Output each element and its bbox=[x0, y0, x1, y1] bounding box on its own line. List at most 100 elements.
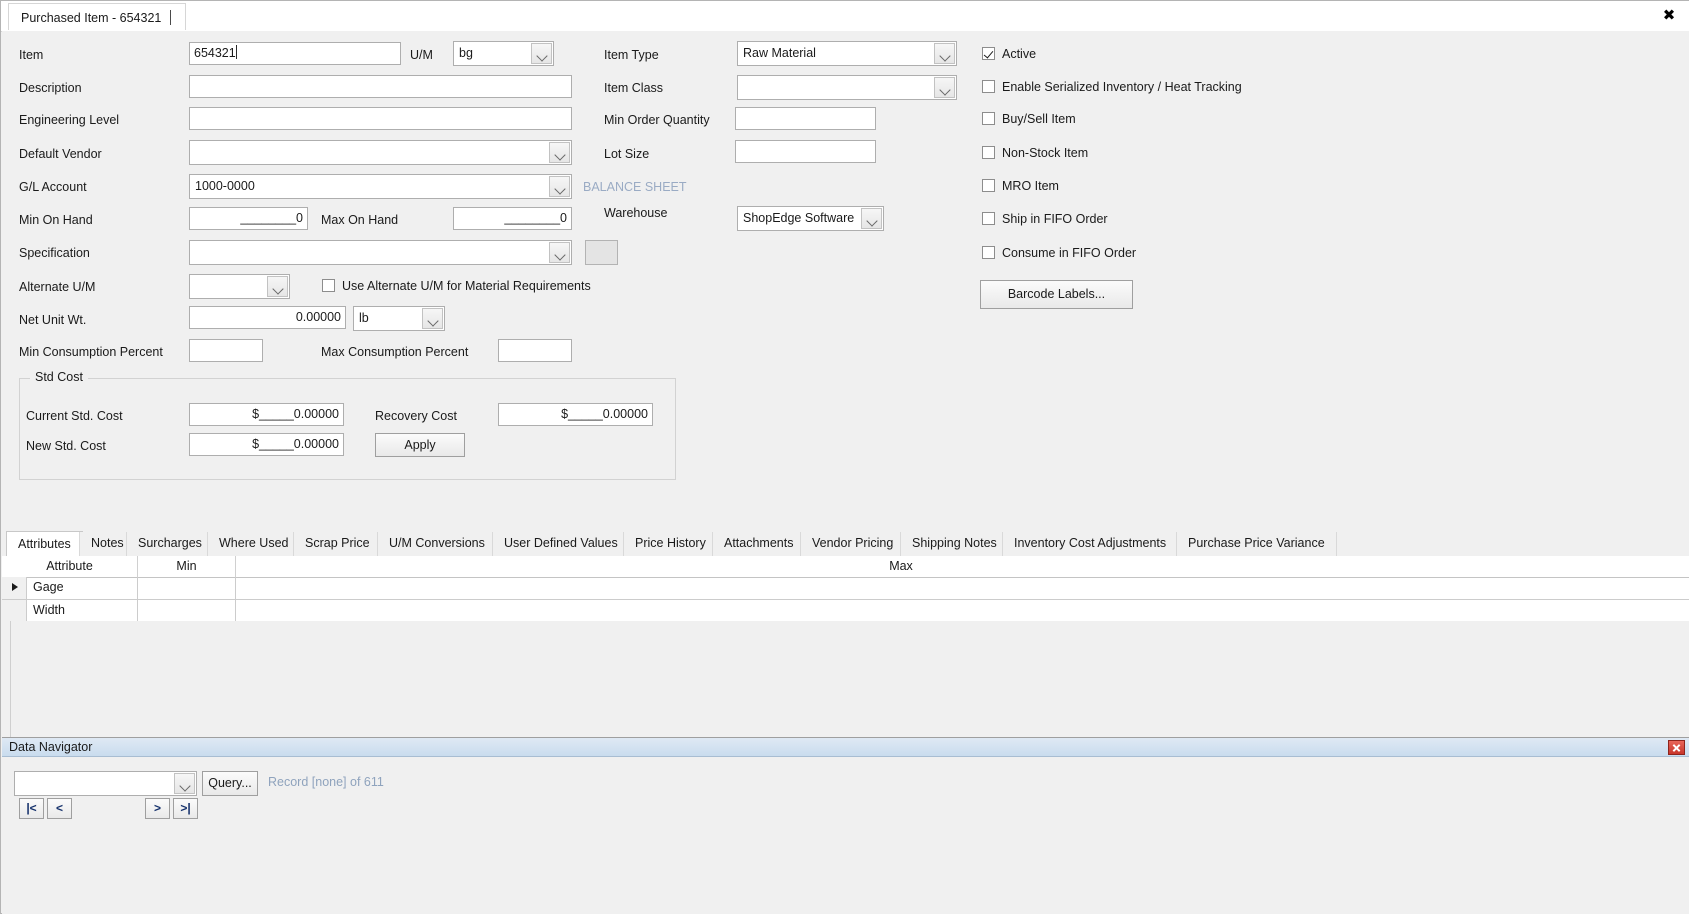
std-cost-groupbox: Std Cost Current Std. Cost $_____0.00000… bbox=[19, 370, 676, 480]
previous-record-button[interactable]: < bbox=[47, 798, 72, 819]
net-unit-wt-uom-combobox[interactable]: lb bbox=[353, 306, 445, 331]
default-vendor-combobox[interactable] bbox=[189, 140, 572, 165]
chevron-down-icon[interactable] bbox=[549, 176, 570, 197]
tab-price-history[interactable]: Price History bbox=[623, 532, 718, 556]
row-selector[interactable] bbox=[2, 577, 27, 599]
max-on-hand-input[interactable]: ________0 bbox=[453, 207, 572, 230]
specification-combobox[interactable] bbox=[189, 240, 572, 265]
min-order-quantity-input[interactable] bbox=[735, 107, 876, 130]
lot-size-label: Lot Size bbox=[604, 147, 650, 161]
checkbox-label: MRO Item bbox=[1002, 179, 1059, 193]
chevron-down-icon[interactable] bbox=[267, 276, 288, 297]
query-button[interactable]: Query... bbox=[202, 771, 258, 796]
checkbox-box bbox=[982, 47, 995, 60]
checkbox-active[interactable]: Active bbox=[982, 46, 1036, 62]
checkbox-label: Enable Serialized Inventory / Heat Track… bbox=[1002, 80, 1242, 94]
item-class-combobox[interactable] bbox=[737, 75, 957, 100]
tab-surcharges[interactable]: Surcharges bbox=[126, 532, 214, 556]
checkbox-label: Non-Stock Item bbox=[1002, 146, 1089, 160]
min-consumption-percent-input[interactable] bbox=[189, 339, 263, 362]
checkbox-non-stock-item[interactable]: Non-Stock Item bbox=[982, 145, 1088, 161]
um-label: U/M bbox=[410, 48, 433, 62]
checkbox-mro-item[interactable]: MRO Item bbox=[982, 178, 1059, 194]
cell-min[interactable] bbox=[138, 577, 236, 599]
description-label: Description bbox=[19, 81, 82, 95]
tab-inventory-cost-adjustments[interactable]: Inventory Cost Adjustments bbox=[1002, 532, 1179, 556]
first-record-button[interactable]: |< bbox=[19, 798, 44, 819]
tab-vendor-pricing[interactable]: Vendor Pricing bbox=[800, 532, 906, 556]
engineering-level-input[interactable] bbox=[189, 107, 572, 130]
grid-col-min[interactable]: Min bbox=[138, 556, 236, 577]
recovery-cost-label: Recovery Cost bbox=[375, 409, 457, 423]
checkbox-consume-in-fifo-order[interactable]: Consume in FIFO Order bbox=[982, 245, 1136, 261]
tab-attachments[interactable]: Attachments bbox=[712, 532, 806, 556]
use-alternate-um-checkbox[interactable]: Use Alternate U/M for Material Requireme… bbox=[322, 278, 591, 294]
chevron-down-icon[interactable] bbox=[861, 208, 882, 229]
barcode-labels-button[interactable]: Barcode Labels... bbox=[980, 280, 1133, 309]
current-std-cost-input[interactable]: $_____0.00000 bbox=[189, 403, 344, 426]
cell-attribute[interactable]: Gage bbox=[27, 577, 138, 599]
description-input[interactable] bbox=[189, 75, 572, 98]
new-std-cost-label: New Std. Cost bbox=[26, 439, 106, 453]
text-caret bbox=[170, 10, 172, 25]
grid-col-max[interactable]: Max bbox=[236, 556, 1566, 577]
item-input[interactable]: 654321 bbox=[189, 42, 401, 65]
recovery-cost-input[interactable]: $_____0.00000 bbox=[498, 403, 653, 426]
chevron-down-icon[interactable] bbox=[422, 308, 443, 329]
table-row[interactable]: Width bbox=[2, 600, 1689, 623]
net-unit-wt-input[interactable]: 0.00000 bbox=[189, 306, 346, 329]
min-consumption-percent-label: Min Consumption Percent bbox=[19, 345, 163, 359]
max-consumption-percent-input[interactable] bbox=[498, 339, 572, 362]
close-icon[interactable] bbox=[1668, 740, 1685, 755]
tab-purchase-price-variance[interactable]: Purchase Price Variance bbox=[1176, 532, 1337, 556]
next-record-button[interactable]: > bbox=[145, 798, 170, 819]
std-cost-group-title: Std Cost bbox=[30, 370, 88, 384]
warehouse-label: Warehouse bbox=[604, 206, 668, 220]
table-row[interactable]: Gage bbox=[2, 577, 1689, 600]
alternate-um-combobox[interactable] bbox=[189, 274, 290, 299]
document-tab-label: Purchased Item - 654321 bbox=[21, 11, 162, 25]
cell-max[interactable] bbox=[236, 577, 1566, 599]
checkbox-enable-serialized-inventory[interactable]: Enable Serialized Inventory / Heat Track… bbox=[982, 79, 1242, 95]
warehouse-combobox[interactable]: ShopEdge Software bbox=[737, 206, 884, 231]
cell-min[interactable] bbox=[138, 600, 236, 622]
checkbox-box bbox=[322, 279, 335, 292]
grid-col-attribute[interactable]: Attribute bbox=[2, 556, 138, 577]
chevron-down-icon[interactable] bbox=[549, 242, 570, 263]
gl-account-combobox[interactable]: 1000-0000 bbox=[189, 174, 572, 199]
item-type-combobox[interactable]: Raw Material bbox=[737, 41, 957, 66]
min-on-hand-input[interactable]: ________0 bbox=[189, 207, 308, 230]
cell-max[interactable] bbox=[236, 600, 1566, 622]
item-type-label: Item Type bbox=[604, 48, 659, 62]
checkbox-box bbox=[982, 246, 995, 259]
cell-attribute[interactable]: Width bbox=[27, 600, 138, 622]
document-tab-purchased-item[interactable]: Purchased Item - 654321 bbox=[8, 3, 187, 30]
tab-user-defined-values[interactable]: User Defined Values bbox=[492, 532, 630, 556]
row-selector[interactable] bbox=[2, 600, 27, 622]
chevron-down-icon[interactable] bbox=[934, 77, 955, 98]
close-icon[interactable]: ✖ bbox=[1657, 4, 1681, 26]
specification-browse-button[interactable] bbox=[585, 240, 618, 265]
new-std-cost-input[interactable]: $_____0.00000 bbox=[189, 433, 344, 456]
last-record-button[interactable]: >| bbox=[173, 798, 198, 819]
checkbox-label: Consume in FIFO Order bbox=[1002, 246, 1137, 260]
lot-size-input[interactable] bbox=[735, 140, 876, 163]
net-unit-wt-label: Net Unit Wt. bbox=[19, 313, 87, 327]
tab-scrap-price[interactable]: Scrap Price bbox=[293, 532, 382, 556]
checkbox-buy-sell-item[interactable]: Buy/Sell Item bbox=[982, 111, 1076, 127]
tab-um-conversions[interactable]: U/M Conversions bbox=[377, 532, 497, 556]
checkbox-label: Ship in FIFO Order bbox=[1002, 212, 1108, 226]
tab-shipping-notes[interactable]: Shipping Notes bbox=[900, 532, 1009, 556]
chevron-down-icon[interactable] bbox=[174, 773, 195, 794]
tab-attributes[interactable]: Attributes bbox=[6, 531, 83, 557]
apply-button[interactable]: Apply bbox=[375, 433, 465, 457]
checkbox-ship-in-fifo-order[interactable]: Ship in FIFO Order bbox=[982, 211, 1108, 227]
checkbox-box bbox=[982, 146, 995, 159]
um-combobox[interactable]: bg bbox=[453, 41, 554, 66]
chevron-down-icon[interactable] bbox=[934, 43, 955, 64]
query-combobox[interactable] bbox=[14, 771, 197, 796]
chevron-down-icon[interactable] bbox=[549, 142, 570, 163]
chevron-down-icon[interactable] bbox=[531, 43, 552, 64]
balance-sheet-text: BALANCE SHEET bbox=[583, 180, 687, 194]
tab-where-used[interactable]: Where Used bbox=[207, 532, 301, 556]
